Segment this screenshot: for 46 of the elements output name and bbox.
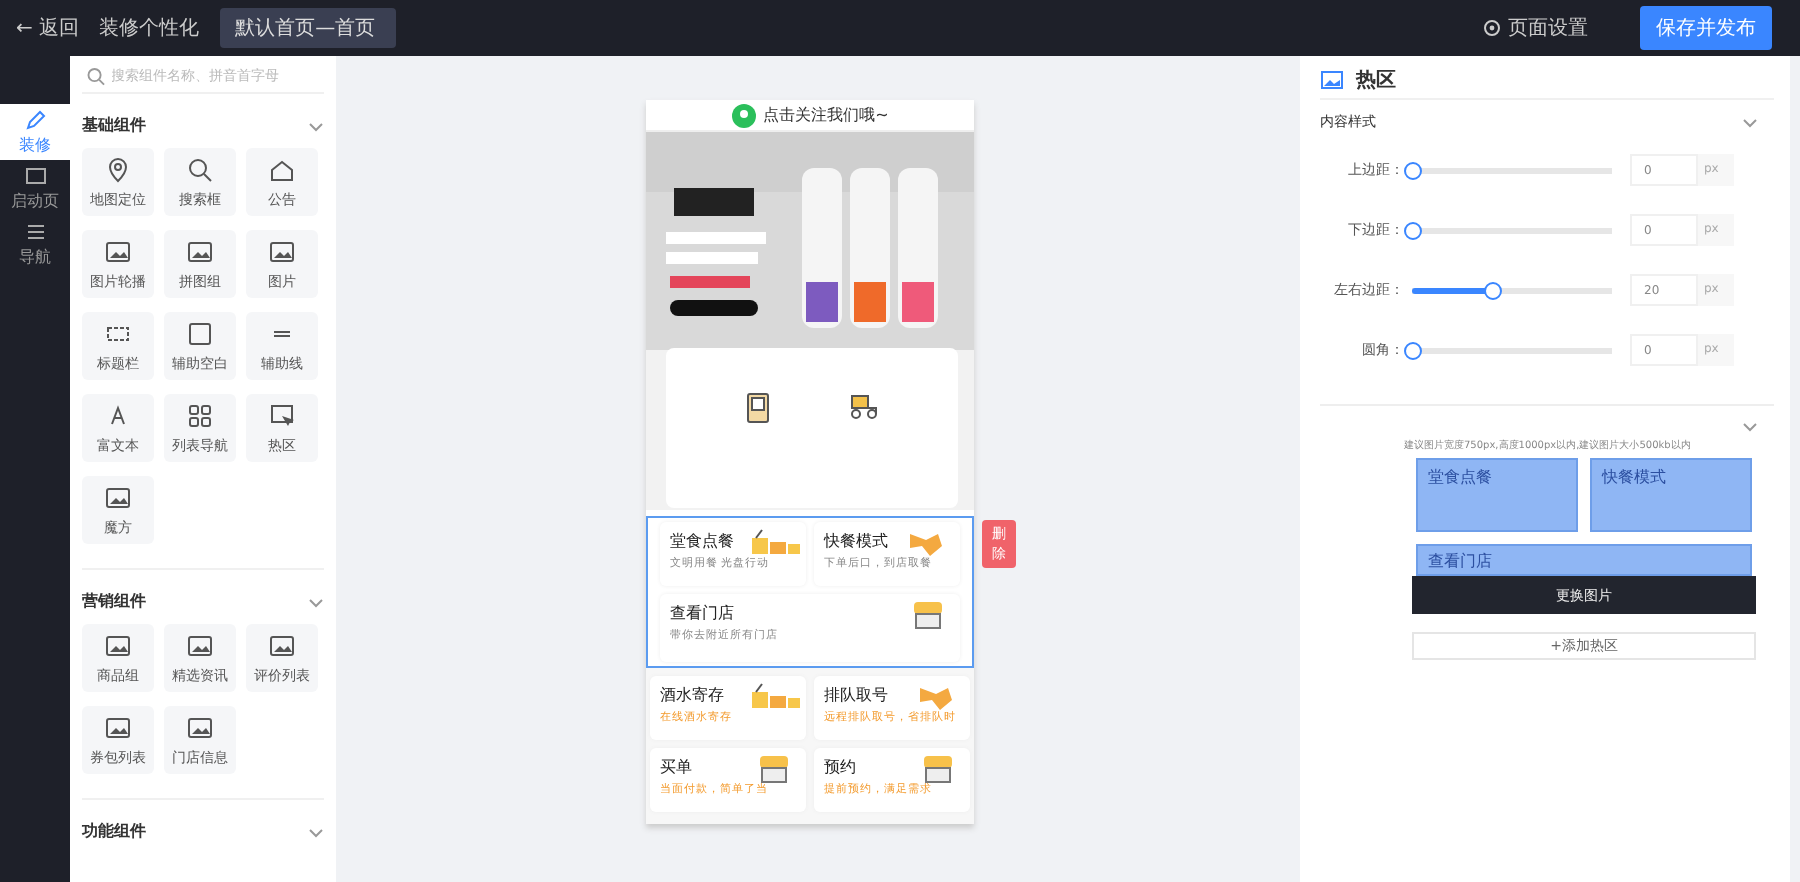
panel-title: 热区 (1356, 67, 1396, 93)
page-heading: 装修个性化 (99, 15, 200, 42)
square-icon (186, 319, 214, 347)
cups-icon (748, 680, 800, 712)
image-icon (268, 237, 296, 265)
image-icon (104, 483, 132, 511)
phone-icon (744, 392, 772, 424)
card-title: 买单 (660, 756, 692, 778)
rail-tab[interactable]: 导航 (0, 216, 70, 272)
page-settings-link[interactable]: 页面设置 (1482, 14, 1588, 42)
house-icon (268, 155, 296, 183)
hot-zone-area[interactable]: 快餐模式 (1590, 458, 1752, 532)
image-icon (104, 713, 132, 741)
grid-icon (186, 401, 214, 429)
image-icon (186, 713, 214, 741)
page-select-field[interactable]: 默认首页—首页 (219, 8, 396, 48)
scooter-icon (848, 392, 880, 420)
search-icon (186, 155, 214, 183)
cursor-icon (268, 401, 296, 429)
pencil-icon (23, 108, 47, 132)
image-icon (1320, 67, 1344, 91)
section-title: 营销组件 (82, 590, 146, 612)
section-title: 功能组件 (82, 820, 146, 842)
chevron-down-icon (1742, 418, 1758, 434)
rail-tab[interactable]: 启动页 (0, 160, 70, 216)
card-title: 堂食点餐 (670, 530, 734, 552)
hot-zone-area[interactable]: 堂食点餐 (1416, 458, 1578, 532)
image-icon (104, 237, 132, 265)
search-icon (86, 66, 105, 86)
image-icon (186, 237, 214, 265)
card-title: 预约 (824, 756, 856, 778)
cups-icon (748, 526, 800, 558)
image-icon (268, 631, 296, 659)
image-icon (186, 631, 214, 659)
rail-tab[interactable]: 装修 (0, 104, 70, 160)
section-title: 基础组件 (82, 114, 146, 136)
screen-icon (23, 164, 47, 188)
card-title: 查看门店 (670, 602, 734, 624)
card-title: 快餐模式 (824, 530, 888, 552)
settings-icon (1482, 18, 1502, 38)
card-title: 排队取号 (824, 684, 888, 706)
back-link[interactable]: ← 返回 (16, 14, 80, 42)
hot-zone-area[interactable]: 查看门店 (1416, 544, 1752, 576)
card-title: 酒水寄存 (660, 684, 724, 706)
list-icon (23, 220, 47, 244)
image-icon (104, 631, 132, 659)
